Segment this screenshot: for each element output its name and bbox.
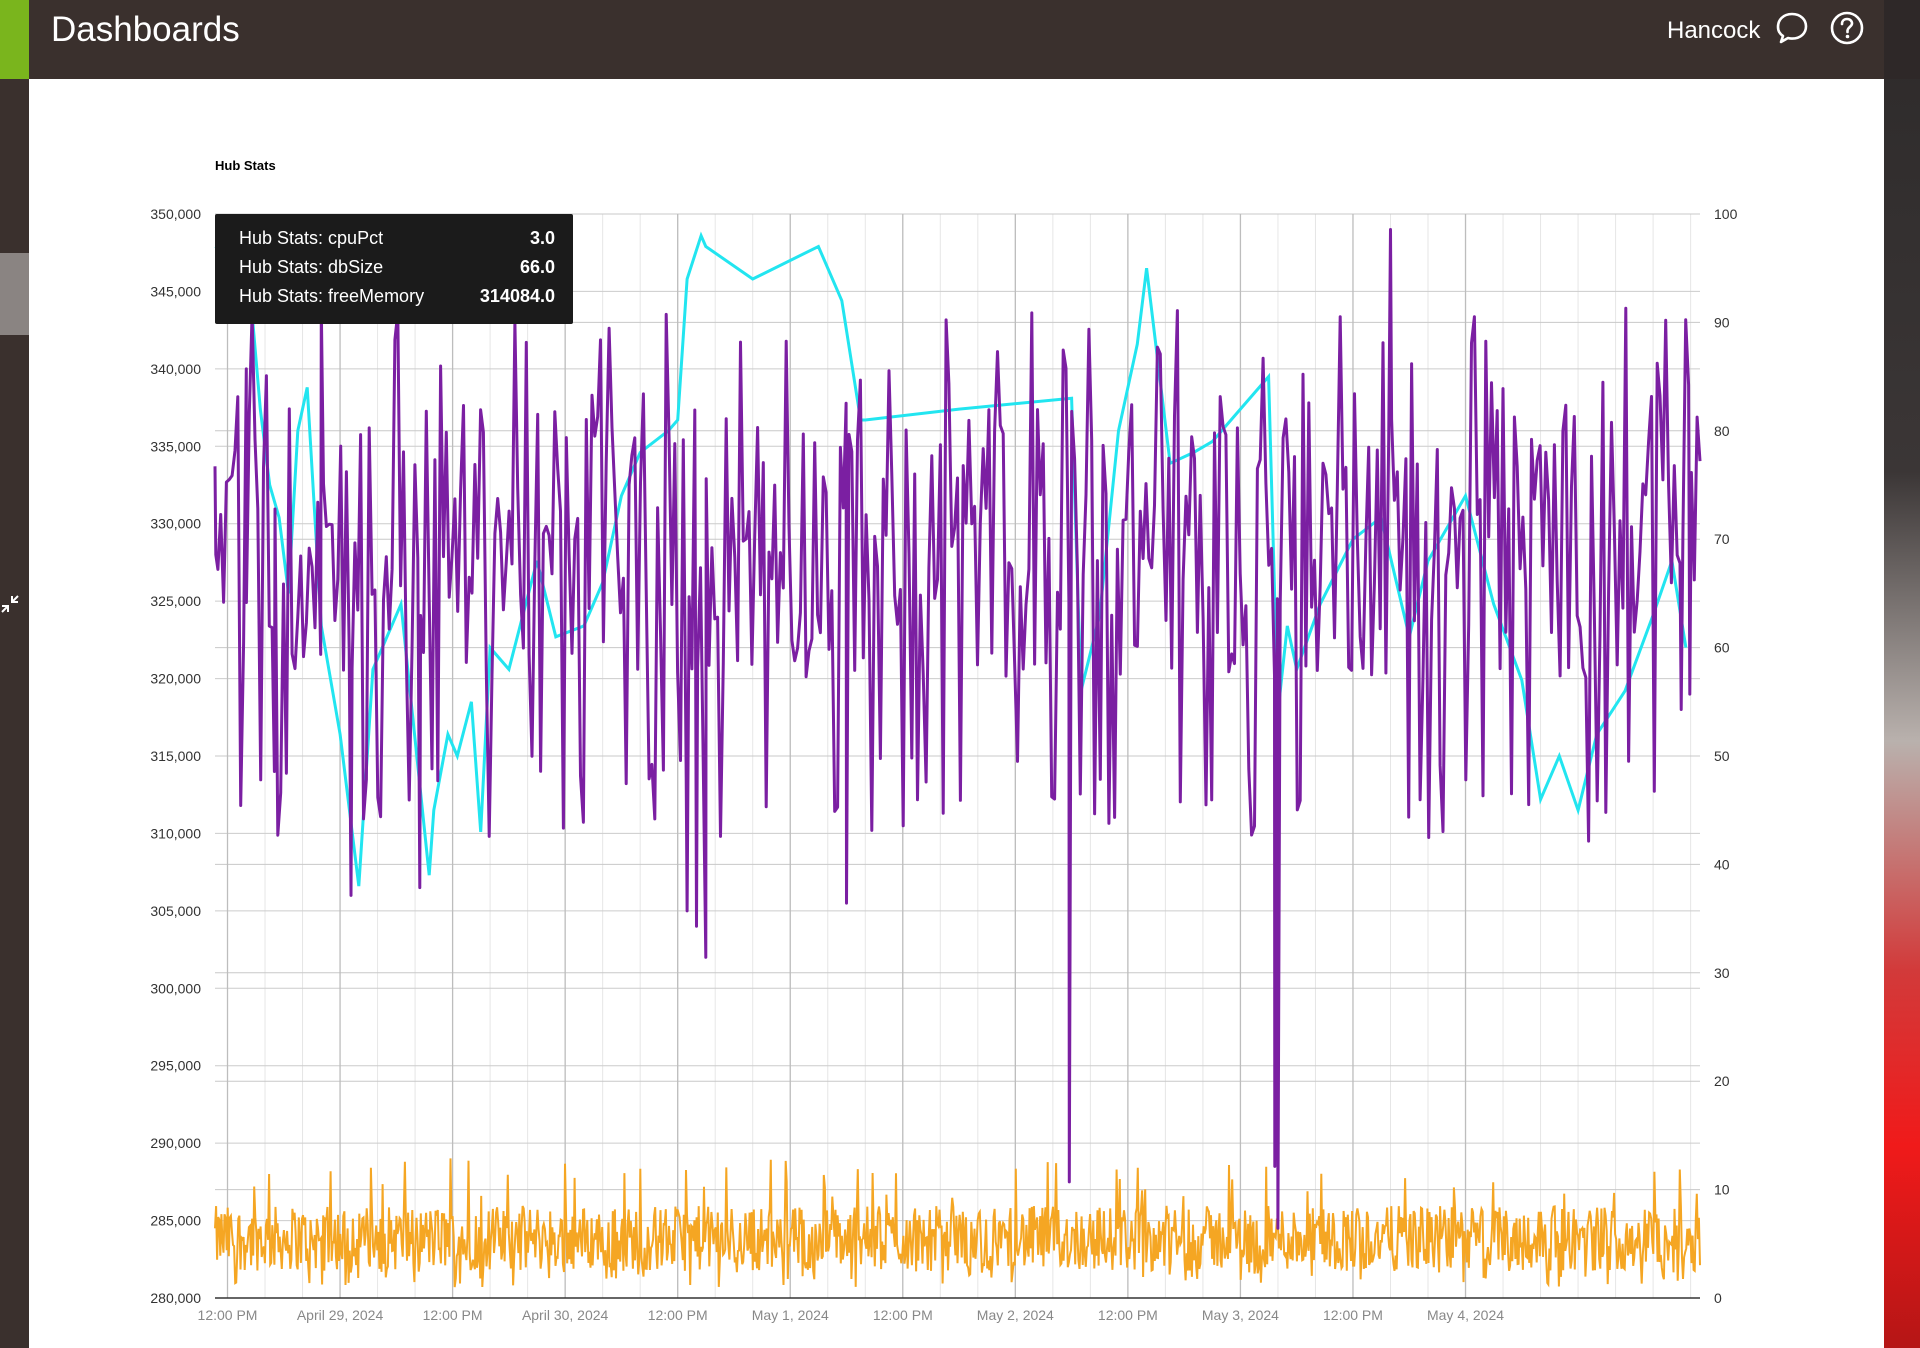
left-tick-label: 285,000 [150,1213,201,1229]
tooltip-row-freememory: Hub Stats: freeMemory 314084.0 [239,286,555,312]
series-cpupct-line [214,1158,1701,1288]
x-tick-label: May 4, 2024 [1427,1307,1504,1323]
tooltip-value: 66.0 [519,257,555,277]
left-tick-label: 320,000 [150,671,201,687]
chart-title: Hub Stats [215,158,276,173]
x-tick-label: April 30, 2024 [522,1307,609,1323]
left-tick-label: 340,000 [150,361,201,377]
series-freememory-line [213,228,1702,1230]
tooltip-label: Hub Stats: dbSize [239,257,384,277]
right-tick-label: 10 [1714,1182,1730,1198]
tooltip-label: Hub Stats: freeMemory [239,286,425,306]
left-tick-label: 290,000 [150,1135,201,1151]
right-tick-label: 30 [1714,965,1730,981]
x-tick-label: May 1, 2024 [752,1307,829,1323]
left-tick-label: 315,000 [150,748,201,764]
x-tick-label: 12:00 PM [198,1307,258,1323]
x-tick-label: 12:00 PM [1098,1307,1158,1323]
left-tick-label: 305,000 [150,903,201,919]
right-tick-label: 60 [1714,640,1730,656]
right-tick-label: 0 [1714,1290,1722,1306]
right-tick-label: 70 [1714,531,1730,547]
right-tick-label: 100 [1714,206,1738,222]
x-tick-label: May 3, 2024 [1202,1307,1279,1323]
left-tick-label: 280,000 [150,1290,201,1306]
left-axis-ticks: 280,000 285,000 290,000 295,000 300,000 305,0… [150,206,201,1306]
tooltip-value: 314084.0 [479,286,555,306]
x-axis-ticks: 12:00 PM April 29, 2024 12:00 PM April 30, … [198,1307,1505,1323]
right-tick-label: 90 [1714,314,1730,330]
right-tick-label: 50 [1714,748,1730,764]
series-layer [213,228,1702,1288]
hub-stats-chart: Hub Stats 280,000 285,000 290,000 295,000 30… [150,158,1738,1323]
left-tick-label: 330,000 [150,516,201,532]
x-tick-label: 12:00 PM [873,1307,933,1323]
x-tick-label: 12:00 PM [1323,1307,1383,1323]
tooltip-row-dbsize: Hub Stats: dbSize 66.0 [239,257,555,283]
right-tick-label: 20 [1714,1073,1730,1089]
left-tick-label: 335,000 [150,438,201,454]
left-tick-label: 325,000 [150,593,201,609]
left-tick-label: 295,000 [150,1058,201,1074]
tooltip-label: Hub Stats: cpuPct [239,228,384,248]
x-tick-label: 12:00 PM [423,1307,483,1323]
chart-tooltip: Hub Stats: cpuPct 3.0 Hub Stats: dbSize … [215,214,573,324]
tooltip-value: 3.0 [529,228,555,248]
x-tick-label: 12:00 PM [648,1307,708,1323]
tooltip-row-cpupct: Hub Stats: cpuPct 3.0 [239,228,555,254]
left-tick-label: 310,000 [150,825,201,841]
right-tick-label: 80 [1714,423,1730,439]
left-tick-label: 350,000 [150,206,201,222]
x-tick-label: May 2, 2024 [977,1307,1054,1323]
right-tick-label: 40 [1714,856,1730,872]
right-axis-ticks: 0 10 20 30 40 50 60 70 80 90 100 [1714,206,1738,1306]
x-tick-label: April 29, 2024 [297,1307,384,1323]
left-tick-label: 300,000 [150,980,201,996]
left-tick-label: 345,000 [150,283,201,299]
